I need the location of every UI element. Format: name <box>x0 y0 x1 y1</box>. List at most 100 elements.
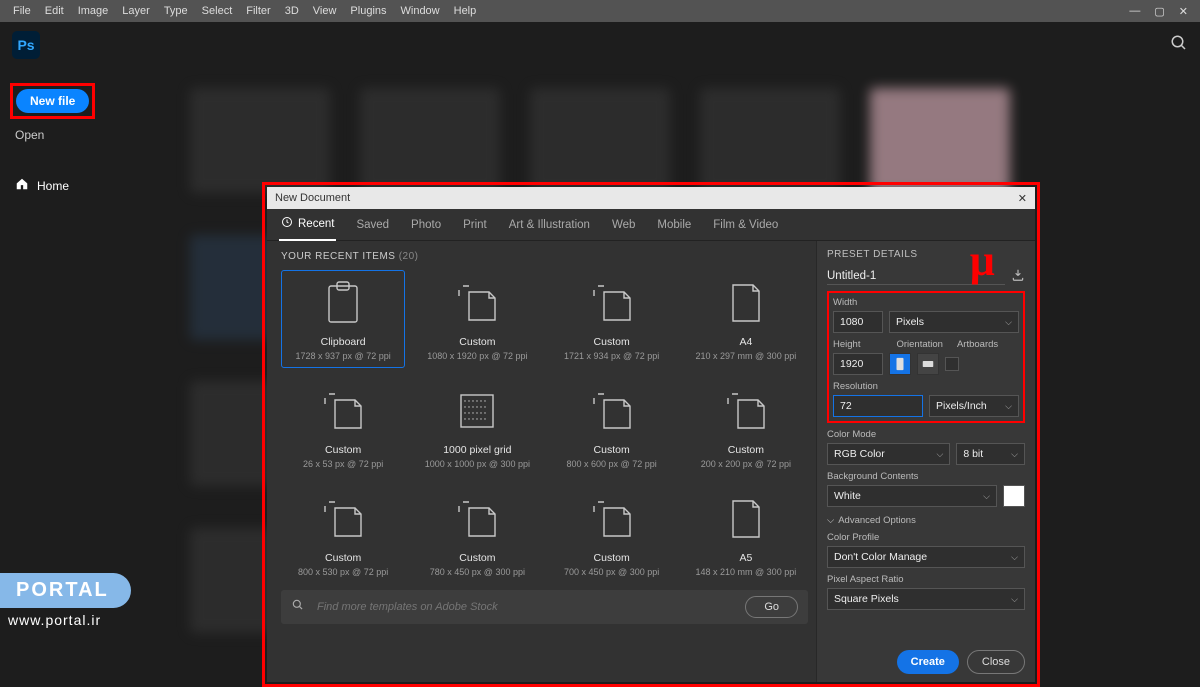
page-icon <box>723 496 769 542</box>
orientation-label: Orientation <box>896 339 942 350</box>
home-link[interactable]: Home <box>15 177 160 194</box>
preset-dimensions: 210 x 297 mm @ 300 ppi <box>696 351 797 361</box>
preset-item[interactable]: 1000 pixel grid1000 x 1000 px @ 300 ppi <box>415 378 539 476</box>
menu-edit[interactable]: Edit <box>38 5 71 17</box>
dialog-titlebar: New Document ✕ <box>267 187 1035 209</box>
preset-name: Custom <box>325 444 361 456</box>
height-input[interactable] <box>833 353 883 375</box>
preset-name: Custom <box>459 552 495 564</box>
preset-item[interactable]: Custom700 x 450 px @ 300 ppi <box>550 486 674 584</box>
menu-plugins[interactable]: Plugins <box>343 5 393 17</box>
close-button[interactable]: Close <box>967 650 1025 674</box>
stock-search-input[interactable] <box>317 601 733 613</box>
preset-name-input[interactable] <box>827 268 1005 285</box>
menu-3d[interactable]: 3D <box>278 5 306 17</box>
bg-color-swatch[interactable] <box>1003 485 1025 507</box>
preset-dimensions: 700 x 450 px @ 300 ppi <box>564 567 659 577</box>
doc-icon <box>320 388 366 434</box>
search-icon[interactable] <box>1170 34 1188 57</box>
dialog-tabs: Recent Saved Photo Print Art & Illustrat… <box>267 209 1035 241</box>
preset-item[interactable]: Custom26 x 53 px @ 72 ppi <box>281 378 405 476</box>
doc-icon <box>320 496 366 542</box>
width-label: Width <box>833 297 1019 308</box>
menu-select[interactable]: Select <box>195 5 240 17</box>
preset-name: Custom <box>459 336 495 348</box>
preset-item[interactable]: A4210 x 297 mm @ 300 ppi <box>684 270 808 368</box>
tab-film[interactable]: Film & Video <box>711 211 780 239</box>
bitdepth-select[interactable]: 8 bit⌵ <box>956 443 1025 465</box>
preset-item[interactable]: A5148 x 210 mm @ 300 ppi <box>684 486 808 584</box>
tab-art[interactable]: Art & Illustration <box>507 211 592 239</box>
menubar: File Edit Image Layer Type Select Filter… <box>0 0 1200 22</box>
preset-item[interactable]: Custom800 x 530 px @ 72 ppi <box>281 486 405 584</box>
bgcontents-label: Background Contents <box>827 471 1025 482</box>
close-window-icon[interactable]: ✕ <box>1179 5 1188 18</box>
minimize-icon[interactable]: — <box>1129 5 1140 18</box>
menu-window[interactable]: Window <box>394 5 447 17</box>
preset-item[interactable]: Custom1080 x 1920 px @ 72 ppi <box>415 270 539 368</box>
menu-filter[interactable]: Filter <box>239 5 277 17</box>
preset-dimensions: 1728 x 937 px @ 72 ppi <box>296 351 391 361</box>
preset-dimensions: 148 x 210 mm @ 300 ppi <box>696 567 797 577</box>
details-header: PRESET DETAILS <box>827 249 1025 260</box>
width-input[interactable] <box>833 311 883 333</box>
colorprofile-label: Color Profile <box>827 532 1025 543</box>
doc-icon <box>454 280 500 326</box>
orientation-portrait-button[interactable] <box>889 353 911 375</box>
chevron-down-icon: ⌵ <box>983 491 990 502</box>
menu-layer[interactable]: Layer <box>115 5 157 17</box>
preset-name: Custom <box>594 336 630 348</box>
tab-mobile[interactable]: Mobile <box>655 211 693 239</box>
chevron-down-icon: ⌵ <box>827 515 834 526</box>
preset-dimensions: 800 x 600 px @ 72 ppi <box>567 459 657 469</box>
artboards-checkbox[interactable] <box>945 357 959 371</box>
create-button[interactable]: Create <box>897 650 959 674</box>
chevron-down-icon: ⌵ <box>1005 317 1012 328</box>
preset-item[interactable]: Custom200 x 200 px @ 72 ppi <box>684 378 808 476</box>
topbar: Ps <box>0 22 1200 68</box>
aspect-select[interactable]: Square Pixels⌵ <box>827 588 1025 610</box>
chevron-down-icon: ⌵ <box>1011 594 1018 605</box>
search-icon <box>291 598 305 617</box>
doc-icon <box>589 388 635 434</box>
resolution-input[interactable] <box>833 395 923 417</box>
save-preset-icon[interactable] <box>1011 268 1025 285</box>
new-file-button[interactable]: New file <box>16 89 89 113</box>
dialog-close-icon[interactable]: ✕ <box>1018 192 1027 205</box>
orientation-landscape-button[interactable] <box>917 353 939 375</box>
preset-item[interactable]: Clipboard1728 x 937 px @ 72 ppi <box>281 270 405 368</box>
stock-go-button[interactable]: Go <box>745 596 798 618</box>
presets-header: YOUR RECENT ITEMS (20) <box>281 251 808 262</box>
menu-type[interactable]: Type <box>157 5 195 17</box>
tab-photo[interactable]: Photo <box>409 211 443 239</box>
new-document-dialog: New Document ✕ Recent Saved Photo Print … <box>267 187 1035 682</box>
portal-url: www.portal.ir <box>8 612 101 628</box>
chevron-down-icon: ⌵ <box>1011 552 1018 563</box>
preset-dimensions: 780 x 450 px @ 300 ppi <box>430 567 525 577</box>
dialog-title: New Document <box>275 192 350 204</box>
preset-item[interactable]: Custom1721 x 934 px @ 72 ppi <box>550 270 674 368</box>
advanced-options-toggle[interactable]: ⌵Advanced Options <box>827 515 1025 526</box>
tab-web[interactable]: Web <box>610 211 637 239</box>
tab-print[interactable]: Print <box>461 211 489 239</box>
colormode-select[interactable]: RGB Color⌵ <box>827 443 950 465</box>
chevron-down-icon: ⌵ <box>1011 449 1018 460</box>
width-unit-select[interactable]: Pixels⌵ <box>889 311 1019 333</box>
menu-file[interactable]: File <box>6 5 38 17</box>
open-link[interactable]: Open <box>15 128 160 142</box>
stock-search-bar: Go <box>281 590 808 624</box>
maximize-icon[interactable]: ▢ <box>1154 5 1164 18</box>
resolution-unit-select[interactable]: Pixels/Inch⌵ <box>929 395 1019 417</box>
tab-recent[interactable]: Recent <box>279 208 336 241</box>
menu-view[interactable]: View <box>306 5 344 17</box>
dialog-highlight: New Document ✕ Recent Saved Photo Print … <box>262 182 1040 687</box>
preset-item[interactable]: Custom 780 x 450 px @ 300 ppi <box>415 486 539 584</box>
menu-image[interactable]: Image <box>71 5 116 17</box>
preset-item[interactable]: Custom800 x 600 px @ 72 ppi <box>550 378 674 476</box>
preset-name: Custom <box>728 444 764 456</box>
colorprofile-select[interactable]: Don't Color Manage⌵ <box>827 546 1025 568</box>
menu-help[interactable]: Help <box>447 5 484 17</box>
app-logo: Ps <box>12 31 40 59</box>
tab-saved[interactable]: Saved <box>354 211 391 239</box>
bgcontents-select[interactable]: White⌵ <box>827 485 997 507</box>
